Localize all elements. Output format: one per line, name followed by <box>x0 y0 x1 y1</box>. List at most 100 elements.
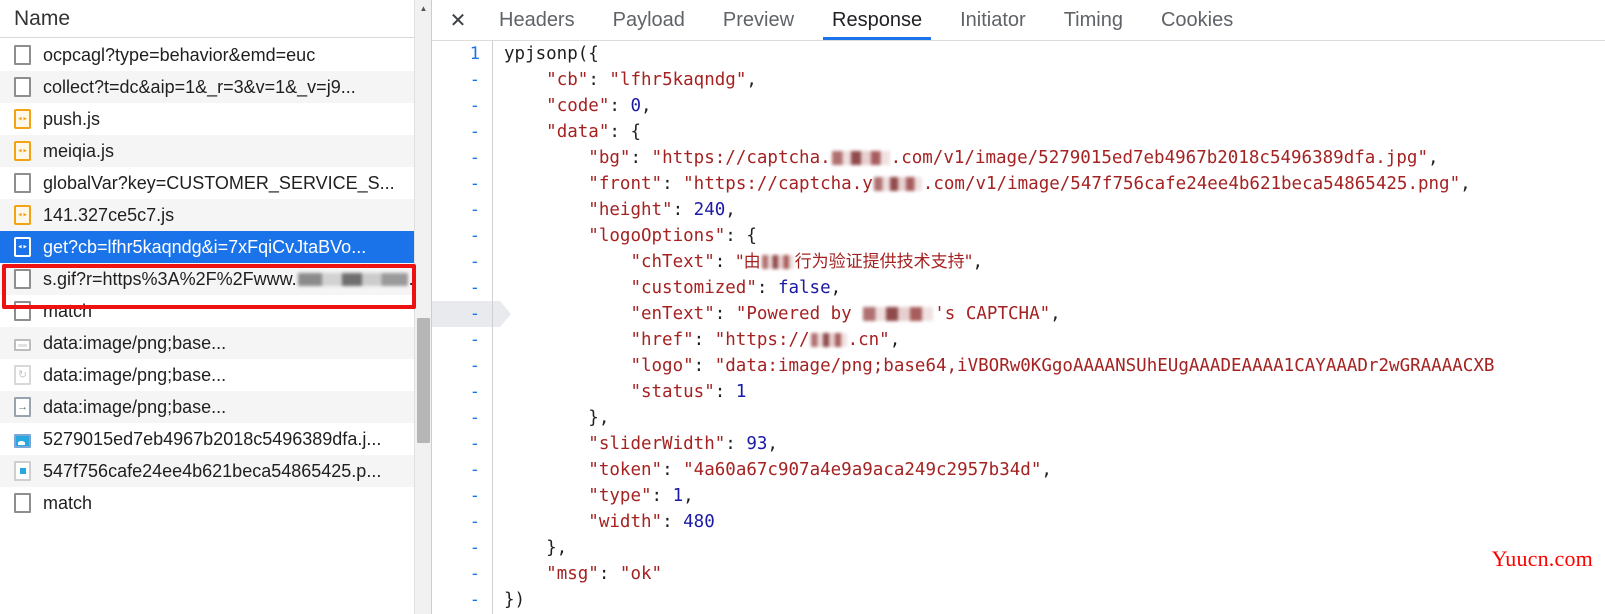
code-token: : <box>725 434 747 454</box>
code-token: "lfhr5kaqndg" <box>609 70 747 90</box>
code-token: "logo" <box>630 356 694 376</box>
code-line-text: "data": { <box>492 119 1605 145</box>
tab-headers[interactable]: Headers <box>480 0 594 40</box>
line-number: - <box>469 486 480 506</box>
request-row[interactable]: ↻ data:image/png;base... <box>0 359 431 391</box>
request-row[interactable]: 5279015ed7eb4967b2018c5496389dfa.j... <box>0 423 431 455</box>
script-icon: ◂▸ <box>14 141 31 161</box>
column-header-name[interactable]: Name <box>0 0 431 38</box>
code-token: , <box>1041 460 1052 480</box>
code-line: - "chText": "由 行为验证提供技术支持", <box>432 249 1605 275</box>
response-code-viewer[interactable]: 1 ypjsonp({- "cb": "lfhr5kaqndg", - "code"… <box>432 41 1605 614</box>
code-token: : <box>588 70 610 90</box>
request-name-label: s.gif?r=https%3A%2F%2Fwww.... <box>43 269 424 290</box>
request-list-scrollbar[interactable]: ▲ <box>414 0 431 614</box>
code-line-text: "status": 1 <box>492 379 1605 405</box>
request-name-label: meiqia.js <box>43 140 115 161</box>
code-token: 240 <box>693 200 726 220</box>
jpg-image-icon <box>14 433 31 448</box>
code-token: : <box>662 174 684 194</box>
code-token: "4a60a67c907a4e9a9aca249c2957b34d" <box>683 460 1042 480</box>
request-row[interactable]: → data:image/png;base... <box>0 391 431 423</box>
request-row[interactable]: ◂▸ push.js <box>0 103 431 135</box>
scrollbar-thumb[interactable] <box>417 318 430 443</box>
line-number: - <box>469 460 480 480</box>
request-row[interactable]: globalVar?key=CUSTOMER_SERVICE_S... <box>0 167 431 199</box>
request-row[interactable]: ◂▸ meiqia.js <box>0 135 431 167</box>
request-name-label: ocpcagl?type=behavior&emd=euc <box>43 44 316 65</box>
code-token: "msg" <box>546 564 599 584</box>
line-number: - <box>469 252 480 272</box>
line-number: - <box>469 226 480 246</box>
code-token: "logoOptions" <box>588 226 726 246</box>
request-row[interactable]: match <box>0 487 431 519</box>
request-row[interactable]: ocpcagl?type=behavior&emd=euc <box>0 39 431 71</box>
spinner-icon: ↻ <box>14 365 31 385</box>
code-line: - "status": 1 <box>432 379 1605 405</box>
request-row[interactable]: 547f756cafe24ee4b621beca54865425.p... <box>0 455 431 487</box>
code-token: : <box>630 148 652 168</box>
code-token: , <box>683 486 694 506</box>
code-token: "type" <box>588 486 652 506</box>
line-number: - <box>469 148 480 168</box>
code-line: - "height": 240, <box>432 197 1605 223</box>
script-icon: ◂▸ <box>14 237 31 257</box>
code-token: 0 <box>630 96 641 116</box>
request-name-label: get?cb=lfhr5kaqndg&i=7xFqiCvJtaBVo... <box>43 236 367 257</box>
tab-response[interactable]: Response <box>813 0 941 40</box>
request-row[interactable]: ◂▸ 141.327ce5c7.js <box>0 199 431 231</box>
code-line-text: }, <box>492 405 1605 431</box>
code-token: : { <box>609 122 641 142</box>
code-line-text: "bg": "https://captcha. .com/v1/image/527… <box>492 145 1605 171</box>
scroll-up-arrow-icon[interactable]: ▲ <box>415 0 431 17</box>
request-name-label: 547f756cafe24ee4b621beca54865425.p... <box>43 460 382 481</box>
line-number: - <box>469 512 480 532</box>
request-row[interactable]: s.gif?r=https%3A%2F%2Fwww.... <box>0 263 431 295</box>
code-token: "width" <box>588 512 663 532</box>
close-icon[interactable]: ✕ <box>436 0 480 40</box>
code-line: - }, <box>432 535 1605 561</box>
tab-timing[interactable]: Timing <box>1045 0 1142 40</box>
code-line-text: "msg": "ok" <box>492 561 1605 587</box>
code-token: : <box>672 200 694 220</box>
code-line: - "data": { <box>432 119 1605 145</box>
line-number: - <box>469 382 480 402</box>
request-row[interactable]: match <box>0 295 431 327</box>
code-line: - "enText": "Powered by 's CAPTCHA", <box>432 301 1605 327</box>
line-number: - <box>469 590 480 610</box>
request-row-selected[interactable]: ◂▸ get?cb=lfhr5kaqndg&i=7xFqiCvJtaBVo... <box>0 231 431 263</box>
code-token: , <box>972 252 984 272</box>
code-token: : <box>714 304 736 324</box>
document-icon <box>14 301 31 321</box>
code-token: .com/v1/image/5279015ed7eb4967b2018c5496… <box>890 148 1428 168</box>
code-line: 1 ypjsonp({ <box>432 41 1605 67</box>
code-line: - "href": "https:// .cn", <box>432 327 1605 353</box>
code-token: }, <box>504 408 610 428</box>
arrow-icon: → <box>14 397 31 417</box>
code-token: .com/v1/image/547f756cafe24ee4b621beca54… <box>922 174 1461 194</box>
request-detail-panel: ✕ Headers Payload Preview Response Initiator… <box>432 0 1605 614</box>
document-icon <box>14 77 31 97</box>
code-token: , <box>889 330 901 350</box>
request-list[interactable]: ocpcagl?type=behavior&emd=euc collect?t=d… <box>0 39 431 614</box>
request-row[interactable]: data:image/png;base... <box>0 327 431 359</box>
code-token: "bg" <box>588 148 631 168</box>
code-line: - "customized": false, <box>432 275 1605 301</box>
code-token: }, <box>504 538 568 558</box>
tab-initiator[interactable]: Initiator <box>941 0 1045 40</box>
tab-preview[interactable]: Preview <box>704 0 813 40</box>
tab-cookies[interactable]: Cookies <box>1142 0 1252 40</box>
code-token: 1 <box>672 486 684 506</box>
code-line-container: 1 ypjsonp({- "cb": "lfhr5kaqndg", - "code"… <box>432 41 1605 614</box>
code-line: - "logo": "data:image/png;base64,iVBORw0… <box>432 353 1605 379</box>
tab-payload[interactable]: Payload <box>594 0 704 40</box>
code-token: : <box>598 564 620 584</box>
code-token: , <box>830 278 842 298</box>
request-row[interactable]: collect?t=dc&aip=1&_r=3&v=1&_v=j9... <box>0 71 431 103</box>
request-name-label: globalVar?key=CUSTOMER_SERVICE_S... <box>43 172 395 193</box>
request-name-label: 5279015ed7eb4967b2018c5496389dfa.j... <box>43 428 382 449</box>
